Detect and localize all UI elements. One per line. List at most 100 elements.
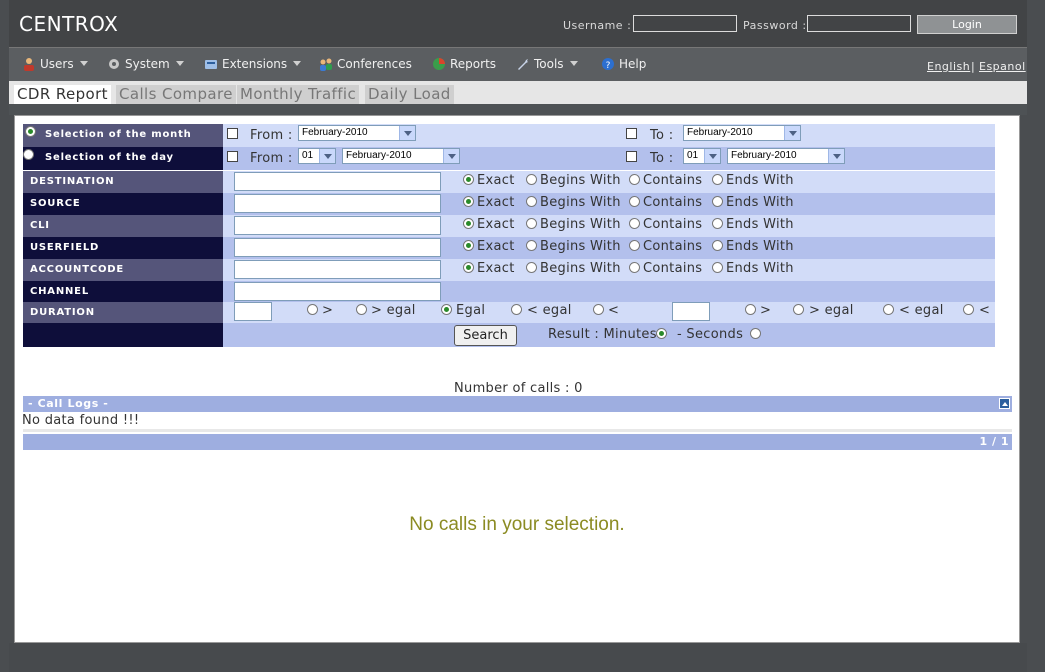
svg-text:?: ? — [606, 61, 611, 71]
exact-radio[interactable] — [463, 262, 474, 273]
help-icon: ? — [602, 58, 614, 71]
username-input[interactable] — [633, 15, 737, 32]
number-of-calls: Number of calls : 0 — [454, 381, 583, 396]
filter-row-destination: DESTINATION Exact Begins With Contains E… — [23, 171, 995, 193]
tab-daily-load[interactable]: Daily Load — [365, 85, 454, 104]
contains-radio[interactable] — [629, 240, 640, 251]
channel-input[interactable] — [234, 282, 441, 301]
to-day-checkbox[interactable] — [626, 151, 637, 162]
destination-input[interactable] — [234, 172, 441, 191]
page-indicator: 1 / 1 — [979, 435, 1009, 448]
filter-row-channel: CHANNEL — [23, 281, 995, 302]
userfield-input[interactable] — [234, 238, 441, 257]
duration-to-input[interactable] — [672, 302, 710, 321]
chevron-down-icon — [704, 149, 720, 163]
footer-bar — [9, 643, 1027, 672]
chart-icon — [433, 58, 445, 70]
menu-tools[interactable]: Tools — [516, 57, 578, 71]
call-logs-header: - Call Logs - — [23, 396, 1012, 412]
from-month-select[interactable]: February-2010 — [298, 125, 416, 141]
exact-radio[interactable] — [463, 174, 474, 185]
ends-with-radio[interactable] — [712, 240, 723, 251]
begins-with-radio[interactable] — [526, 240, 537, 251]
duration-eq-radio[interactable] — [441, 304, 452, 315]
tab-calls-compare[interactable]: Calls Compare — [116, 85, 236, 104]
menu-conferences[interactable]: Conferences — [319, 57, 412, 71]
tab-underline — [9, 104, 1027, 115]
phone-icon — [205, 60, 217, 69]
result-minutes-radio[interactable] — [656, 328, 667, 339]
month-selection-label: Selection of the month — [23, 124, 223, 147]
duration-to-gte-radio[interactable] — [793, 304, 804, 315]
to-month-select[interactable]: February-2010 — [683, 125, 801, 141]
duration-from-input[interactable] — [234, 302, 272, 321]
from-day-month-select[interactable]: February-2010 — [342, 148, 460, 164]
login-button[interactable]: Login — [917, 15, 1017, 34]
duration-gte-radio[interactable] — [356, 304, 367, 315]
chevron-down-icon — [293, 61, 302, 66]
menu-help[interactable]: ? Help — [601, 57, 646, 71]
collapse-icon[interactable] — [999, 398, 1010, 409]
begins-with-radio[interactable] — [526, 262, 537, 273]
month-radio[interactable] — [25, 126, 36, 137]
lang-espanol-link[interactable]: Espanol — [979, 60, 1026, 73]
source-label: SOURCE — [23, 193, 223, 215]
to-day-month-select[interactable]: February-2010 — [727, 148, 845, 164]
result-seconds-label: - Seconds — [677, 327, 744, 342]
search-button[interactable]: Search — [454, 325, 517, 346]
contains-radio[interactable] — [629, 262, 640, 273]
from-label: From : — [250, 128, 293, 143]
menu-system[interactable]: System — [107, 57, 184, 71]
tab-monthly-traffic[interactable]: Monthly Traffic — [237, 85, 360, 104]
filter-row-duration: DURATION > > egal Egal < egal < > > egal… — [23, 302, 995, 323]
ends-with-radio[interactable] — [712, 262, 723, 273]
password-label: Password : — [743, 19, 807, 32]
top-bar: CENTROX Username : Password : Login — [9, 0, 1027, 47]
lang-english-link[interactable]: English — [927, 60, 970, 73]
contains-radio[interactable] — [629, 196, 640, 207]
contains-radio[interactable] — [629, 174, 640, 185]
ends-with-radio[interactable] — [712, 174, 723, 185]
begins-with-radio[interactable] — [526, 218, 537, 229]
duration-lte-radio[interactable] — [511, 304, 522, 315]
duration-gt-radio[interactable] — [307, 304, 318, 315]
cli-input[interactable] — [234, 216, 441, 235]
day-radio[interactable] — [23, 149, 34, 160]
tab-bar: CDR Report Calls Compare Monthly Traffic… — [9, 81, 1027, 104]
menu-users[interactable]: Users — [22, 57, 88, 71]
username-label: Username : — [563, 19, 632, 32]
begins-with-radio[interactable] — [526, 174, 537, 185]
chevron-down-icon — [443, 149, 459, 163]
exact-radio[interactable] — [463, 240, 474, 251]
duration-lt-radio[interactable] — [593, 304, 604, 315]
destination-label: DESTINATION — [23, 171, 223, 193]
tab-cdr-report[interactable]: CDR Report — [14, 85, 111, 104]
accountcode-input[interactable] — [234, 260, 441, 279]
duration-to-lte-radio[interactable] — [883, 304, 894, 315]
from-day-select[interactable]: 01 — [298, 148, 336, 164]
exact-radio[interactable] — [463, 218, 474, 229]
ends-with-radio[interactable] — [712, 196, 723, 207]
ends-with-radio[interactable] — [712, 218, 723, 229]
menu-extensions[interactable]: Extensions — [204, 57, 302, 71]
userfield-label: USERFIELD — [23, 237, 223, 259]
to-month-checkbox[interactable] — [626, 128, 637, 139]
duration-to-gt-radio[interactable] — [745, 304, 756, 315]
from-month-checkbox[interactable] — [227, 128, 238, 139]
from-day-checkbox[interactable] — [227, 151, 238, 162]
begins-with-radio[interactable] — [526, 196, 537, 207]
to-day-select[interactable]: 01 — [683, 148, 721, 164]
source-input[interactable] — [234, 194, 441, 213]
contains-radio[interactable] — [629, 218, 640, 229]
result-seconds-radio[interactable] — [750, 328, 761, 339]
menu-reports[interactable]: Reports — [432, 57, 496, 71]
password-input[interactable] — [807, 15, 911, 32]
chevron-down-icon — [399, 126, 415, 140]
chevron-down-icon — [828, 149, 844, 163]
exact-radio[interactable] — [463, 196, 474, 207]
chevron-down-icon — [784, 126, 800, 140]
filter-row-cli: CLI Exact Begins With Contains Ends With — [23, 215, 995, 237]
users-icon — [24, 58, 34, 71]
duration-to-lt-radio[interactable] — [963, 304, 974, 315]
lang-separator: | — [971, 60, 975, 73]
